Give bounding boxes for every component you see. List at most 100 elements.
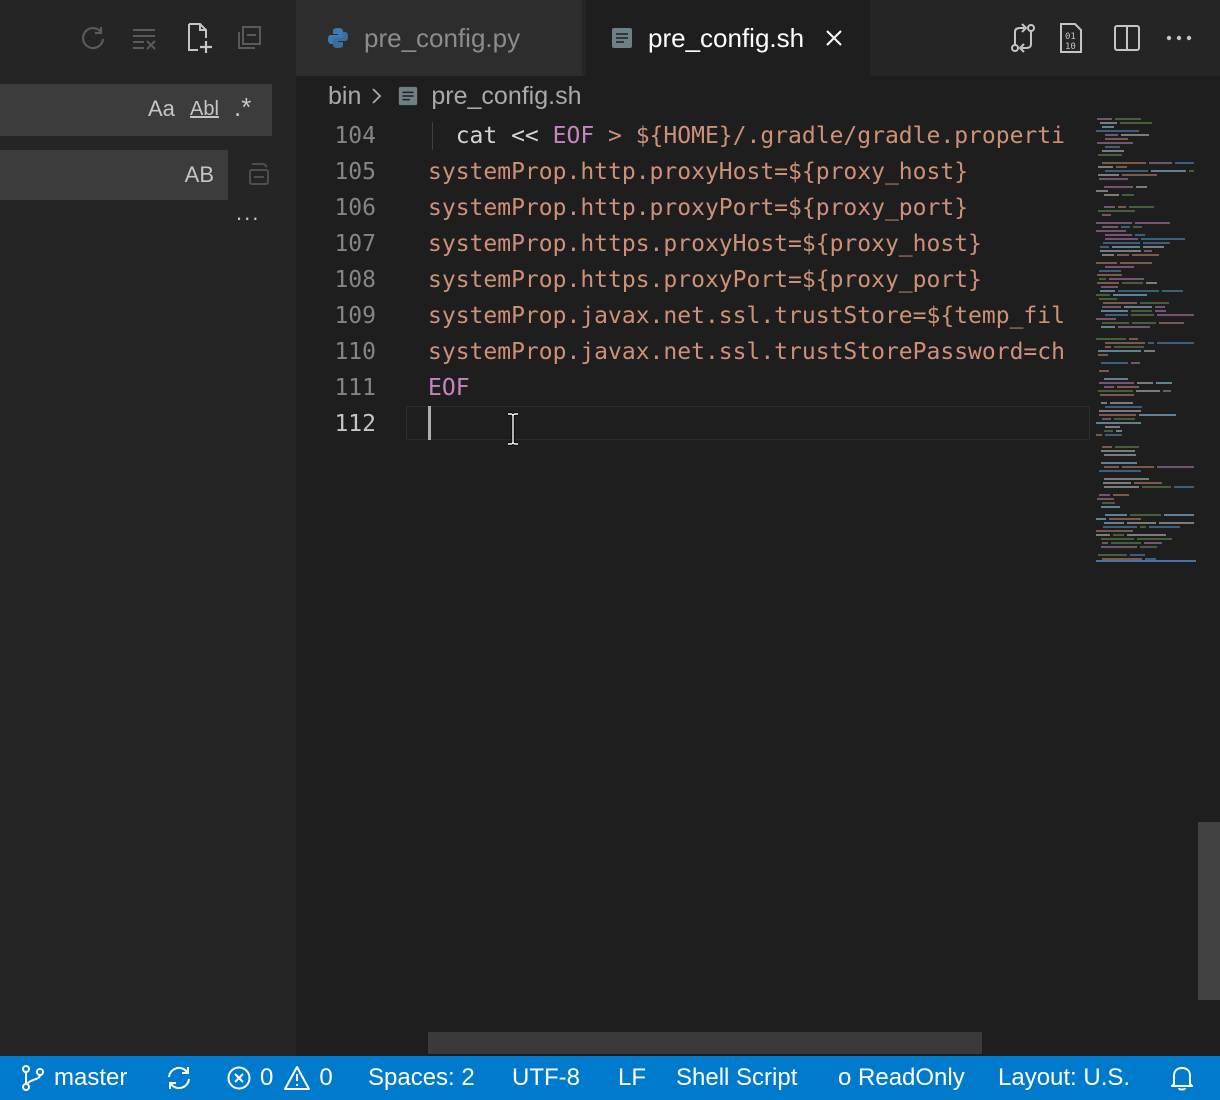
keyboard-layout-label: Layout: U.S. bbox=[998, 1064, 1131, 1091]
code-line[interactable]: 108 systemProp.https.proxyPort=${proxy_po… bbox=[296, 262, 1090, 298]
editor-tab-bar: pre_config.py pre_config.sh 01 10 bbox=[296, 0, 1220, 76]
minimap-line bbox=[1104, 430, 1113, 432]
indent-guide bbox=[432, 122, 433, 150]
minimap-line bbox=[1102, 126, 1114, 128]
match-case-toggle[interactable]: Aa bbox=[148, 96, 175, 122]
minimap-line bbox=[1104, 194, 1119, 196]
minimap-line bbox=[1100, 394, 1134, 396]
error-count: 0 bbox=[260, 1064, 274, 1091]
code-token: systemProp.javax.net.ssl.trustStorePassw… bbox=[428, 339, 1065, 365]
language-mode-button[interactable]: Shell Script bbox=[676, 1056, 797, 1100]
language-label: Shell Script bbox=[676, 1064, 798, 1091]
horizontal-scrollbar[interactable] bbox=[428, 1032, 982, 1054]
code-line[interactable]: 111 EOF bbox=[296, 370, 1090, 406]
git-branch-button[interactable]: master bbox=[20, 1056, 127, 1100]
ibeam-cursor-icon bbox=[505, 412, 521, 451]
minimap[interactable] bbox=[1090, 116, 1198, 568]
minimap-line bbox=[1189, 170, 1194, 172]
line-number: 112 bbox=[334, 411, 376, 437]
breadcrumb-file[interactable]: pre_config.sh bbox=[431, 82, 581, 111]
minimap-line bbox=[1120, 122, 1152, 124]
use-regex-toggle[interactable]: .* bbox=[234, 92, 251, 123]
minimap-line bbox=[1105, 234, 1132, 236]
code-token: EOF bbox=[428, 375, 470, 401]
minimap-line bbox=[1101, 450, 1135, 452]
minimap-line bbox=[1096, 130, 1139, 132]
code-line[interactable]: 104 cat << EOF > ${HOME}/.gradle/gradle.… bbox=[296, 118, 1090, 154]
collapse-all-icon[interactable] bbox=[232, 20, 266, 56]
code-line[interactable]: 106 systemProp.http.proxyPort=${proxy_por… bbox=[296, 190, 1090, 226]
minimap-line bbox=[1101, 506, 1120, 508]
minimap-line bbox=[1103, 482, 1131, 484]
replace-input[interactable]: AB bbox=[0, 150, 228, 200]
notifications-button[interactable] bbox=[1170, 1056, 1202, 1100]
breadcrumb-folder[interactable]: bin bbox=[328, 82, 361, 111]
clear-results-icon[interactable] bbox=[128, 20, 162, 56]
search-input[interactable]: Aa Abl .* bbox=[0, 84, 272, 136]
sync-button[interactable] bbox=[164, 1056, 202, 1100]
minimap-line bbox=[1101, 286, 1118, 288]
minimap-line bbox=[1102, 306, 1121, 308]
minimap-line bbox=[1105, 314, 1128, 316]
minimap-line bbox=[1103, 302, 1137, 304]
code-line[interactable]: 107 systemProp.https.proxyHost=${proxy_ho… bbox=[296, 226, 1090, 262]
minimap-line bbox=[1102, 418, 1111, 420]
minimap-line bbox=[1102, 162, 1146, 164]
tab-pre-config-sh[interactable]: pre_config.sh bbox=[586, 0, 870, 76]
minimap-line bbox=[1099, 414, 1136, 416]
code-token: > ${HOME}/.gradle/gradle.properti bbox=[594, 123, 1065, 149]
close-icon[interactable] bbox=[824, 28, 844, 48]
minimap-line bbox=[1104, 186, 1133, 188]
problems-button[interactable]: 0 0 bbox=[226, 1056, 333, 1100]
tab-pre-config-py[interactable]: pre_config.py bbox=[296, 0, 582, 76]
code-line[interactable]: 112 bbox=[296, 406, 1090, 442]
minimap-line bbox=[1096, 534, 1110, 536]
minimap-line bbox=[1122, 282, 1143, 284]
preserve-case-toggle[interactable]: AB bbox=[185, 162, 214, 188]
replace-all-icon[interactable] bbox=[244, 160, 274, 193]
minimap-line bbox=[1114, 346, 1144, 348]
line-number: 111 bbox=[334, 375, 376, 401]
minimap-line bbox=[1144, 350, 1155, 352]
code-text: EOF bbox=[428, 370, 470, 406]
indentation-button[interactable]: Spaces: 2 bbox=[368, 1056, 475, 1100]
code-line[interactable]: 105 systemProp.http.proxyHost=${proxy_hos… bbox=[296, 154, 1090, 190]
minimap-line bbox=[1157, 314, 1194, 316]
minimap-line bbox=[1099, 370, 1109, 372]
match-whole-word-toggle[interactable]: Abl bbox=[190, 98, 219, 121]
line-number: 106 bbox=[334, 195, 376, 221]
vertical-scrollbar[interactable] bbox=[1198, 822, 1220, 1000]
minimap-line bbox=[1134, 482, 1162, 484]
refresh-icon[interactable] bbox=[76, 20, 110, 56]
minimap-line bbox=[1105, 138, 1128, 140]
minimap-line bbox=[1100, 122, 1117, 124]
minimap-line bbox=[1105, 170, 1148, 172]
minimap-line bbox=[1098, 166, 1113, 168]
split-editor-icon[interactable] bbox=[1110, 20, 1144, 56]
minimap-line bbox=[1115, 118, 1141, 120]
toggle-search-details-button[interactable]: ... bbox=[236, 200, 260, 226]
minimap-line bbox=[1140, 526, 1146, 528]
minimap-line bbox=[1102, 502, 1115, 504]
minimap-line bbox=[1101, 462, 1137, 464]
minimap-line bbox=[1114, 418, 1135, 420]
search-sidebar: Aa Abl .* AB ... bbox=[0, 0, 296, 1056]
minimap-line bbox=[1097, 274, 1122, 276]
minimap-line bbox=[1096, 190, 1108, 192]
keyboard-layout-button[interactable]: Layout: U.S. bbox=[998, 1056, 1130, 1100]
new-search-editor-icon[interactable] bbox=[182, 20, 216, 56]
minimap-line bbox=[1159, 322, 1184, 324]
minimap-line bbox=[1100, 290, 1115, 292]
code-token: systemProp.http.proxyPort=${proxy_port} bbox=[428, 195, 969, 221]
code-editor[interactable]: 104 cat << EOF > ${HOME}/.gradle/gradle.… bbox=[296, 116, 1090, 1056]
branch-name: master bbox=[54, 1064, 128, 1091]
more-actions-icon[interactable] bbox=[1162, 20, 1196, 56]
code-line[interactable]: 110 systemProp.javax.net.ssl.trustStorePa… bbox=[296, 334, 1090, 370]
open-changes-icon[interactable] bbox=[1006, 20, 1040, 56]
readonly-button[interactable]: o ReadOnly bbox=[838, 1056, 965, 1100]
eol-button[interactable]: LF bbox=[618, 1056, 646, 1100]
encoding-button[interactable]: UTF-8 bbox=[512, 1056, 580, 1100]
minimap-line bbox=[1133, 226, 1142, 228]
code-line[interactable]: 109 systemProp.javax.net.ssl.trustStore=$… bbox=[296, 298, 1090, 334]
binary-file-icon[interactable]: 01 10 bbox=[1054, 20, 1088, 56]
